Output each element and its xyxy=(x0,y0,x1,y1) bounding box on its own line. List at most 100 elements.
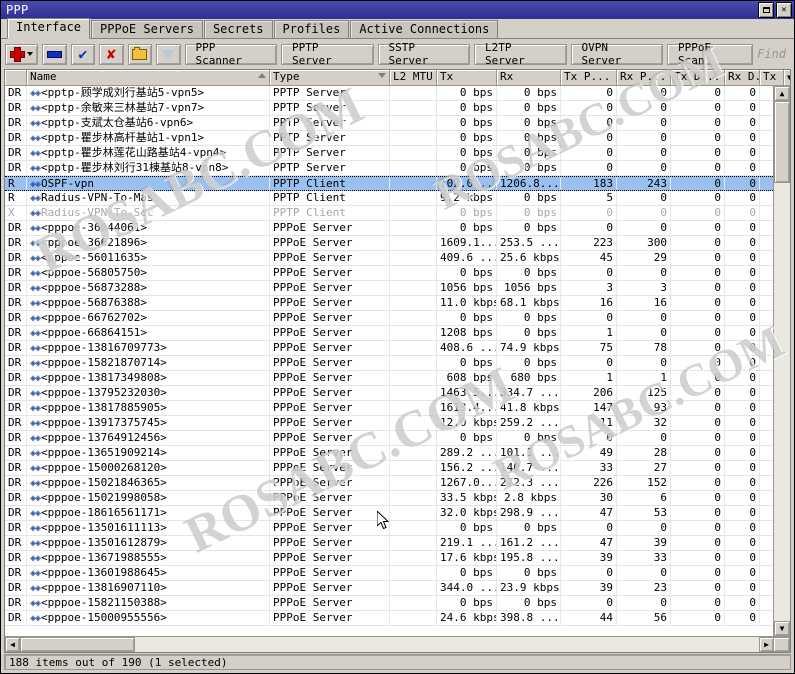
tab-secrets[interactable]: Secrets xyxy=(203,20,273,39)
vertical-scrollbar[interactable]: ▲ ▼ xyxy=(773,86,790,636)
scroll-left-button[interactable]: ◀ xyxy=(5,637,20,652)
table-row[interactable]: DR ◈◈<pppoe-15021846365> PPPoE Server 1267.… xyxy=(5,476,773,491)
table-row[interactable]: DR ◈◈<pppoe-13501611113> PPPoE Server 0 bps… xyxy=(5,521,773,536)
cell-txd: 0 xyxy=(671,371,725,385)
table-row[interactable]: R ◈◈Radius-VPN-To-Mas PPTP Client 9.2 kbps 0… xyxy=(5,191,773,206)
table-row[interactable]: DR ◈◈<pppoe-13501612879> PPPoE Server 219.1… xyxy=(5,536,773,551)
add-button[interactable] xyxy=(5,43,39,65)
cell-name: ◈◈<pppoe-66762702> xyxy=(27,311,270,325)
table-row[interactable]: DR ◈◈<pppoe-13917375745> PPPoE Server 12.0 … xyxy=(5,416,773,431)
table-row[interactable]: DR ◈◈<pppoe-56876388> PPPoE Server 11.0 kbp… xyxy=(5,296,773,311)
table-row[interactable]: DR ◈◈<pppoe-13795232030> PPPoE Server 1463.… xyxy=(5,386,773,401)
scroll-down-button[interactable]: ▼ xyxy=(774,621,790,636)
table-row[interactable]: DR ◈◈<pppoe-13817349808> PPPoE Server 608 b… xyxy=(5,371,773,386)
remove-button[interactable] xyxy=(42,43,67,65)
column-header-l2-mtu[interactable]: L2 MTU xyxy=(390,70,437,85)
vscroll-thumb[interactable] xyxy=(774,101,790,183)
filter-button[interactable] xyxy=(156,43,181,65)
cell-rx: 0 bps xyxy=(497,566,561,580)
table-row[interactable]: DR ◈◈<pppoe-13601988645> PPPoE Server 0 bps… xyxy=(5,566,773,581)
cell-tx: 0 bps xyxy=(437,131,497,145)
table-row[interactable]: DR ◈◈<pptp-顾学成刘行基站5-vpn5> PPTP Server 0 bps… xyxy=(5,86,773,101)
tab-pppoe-servers[interactable]: PPPoE Servers xyxy=(91,20,203,39)
table-row[interactable]: DR ◈◈<pppoe-36621896> PPPoE Server 1609.1..… xyxy=(5,236,773,251)
table-row[interactable]: DR ◈◈<pppoe-66762702> PPPoE Server 0 bps 0 b… xyxy=(5,311,773,326)
cell-tx2 xyxy=(760,401,773,415)
table-row[interactable]: DR ◈◈<pptp-瞿步林高杆基站1-vpn1> PPTP Server 0 bps… xyxy=(5,131,773,146)
table-row[interactable]: DR ◈◈<pppoe-56873288> PPPoE Server 1056 bps… xyxy=(5,281,773,296)
tab-interface[interactable]: Interface xyxy=(7,18,91,39)
cell-txp: 0 xyxy=(561,86,617,100)
table-row[interactable]: DR ◈◈<pppoe-13651909214> PPPoE Server 289.2… xyxy=(5,446,773,461)
cell-rxd: 0 xyxy=(725,161,760,175)
table-row[interactable]: DR ◈◈<pppoe-15021998058> PPPoE Server 33.5 … xyxy=(5,491,773,506)
scroll-up-button[interactable]: ▲ xyxy=(774,86,790,101)
column-chooser-button[interactable]: ▼ xyxy=(784,70,790,85)
comment-button[interactable] xyxy=(127,43,153,65)
table-row[interactable]: DR ◈◈<pppoe-56805750> PPPoE Server 0 bps 0 b… xyxy=(5,266,773,281)
enable-button[interactable]: ✔ xyxy=(70,43,96,65)
cell-rxd: 0 xyxy=(725,566,760,580)
table-row[interactable]: DR ◈◈<pptp-瞿步林莲花山路基站4-vpn4> PPTP Server 0 b… xyxy=(5,146,773,161)
tab-profiles[interactable]: Profiles xyxy=(273,20,350,39)
table-row[interactable]: DR ◈◈<pppoe-13816907110> PPPoE Server 344.0… xyxy=(5,581,773,596)
column-header-tx-d[interactable]: Tx D... xyxy=(671,70,725,85)
toolbar-button-ppp-scanner[interactable]: PPP Scanner xyxy=(184,41,277,67)
table-row[interactable]: DR ◈◈<pppoe-18616561171> PPPoE Server 32.0 … xyxy=(5,506,773,521)
table-row[interactable]: DR ◈◈<pppoe-15000268120> PPPoE Server 156.2… xyxy=(5,461,773,476)
cell-name: ◈◈<pppoe-56011635> xyxy=(27,251,270,265)
cell-type: PPPoE Server xyxy=(270,236,390,250)
table-row[interactable]: DR ◈◈<pppoe-13764912456> PPPoE Server 0 bps… xyxy=(5,431,773,446)
column-header-tx[interactable]: Tx xyxy=(437,70,497,85)
hscroll-track[interactable] xyxy=(20,637,759,652)
close-icon: ✕ xyxy=(781,4,787,15)
maximize-button[interactable] xyxy=(758,2,774,18)
column-header-tx[interactable]: Tx xyxy=(760,70,784,85)
hscroll-thumb[interactable] xyxy=(20,637,135,652)
column-header-rx-d[interactable]: Rx D... xyxy=(725,70,760,85)
cell-tx2 xyxy=(760,296,773,310)
cell-name: ◈◈OSPF-vpn xyxy=(27,177,270,190)
cell-rxp: 0 xyxy=(617,596,671,610)
cell-txp: 147 xyxy=(561,401,617,415)
toolbar-button-ovpn-server[interactable]: OVPN Server xyxy=(570,41,663,67)
column-header-rx-p[interactable]: Rx P... xyxy=(617,70,671,85)
vscroll-track[interactable] xyxy=(774,101,790,621)
table-row[interactable]: DR ◈◈<pptp-支斌太仓基站6-vpn6> PPTP Server 0 bps 0… xyxy=(5,116,773,131)
table-row[interactable]: DR ◈◈<pppoe-36044061> PPPoE Server 0 bps 0 b… xyxy=(5,221,773,236)
column-header-type[interactable]: Type xyxy=(270,70,390,85)
table-row[interactable]: DR ◈◈<pppoe-56011635> PPPoE Server 409.6 ..… xyxy=(5,251,773,266)
toolbar-button-sstp-server[interactable]: SSTP Server xyxy=(377,41,470,67)
horizontal-scrollbar[interactable]: ◀ ▶ xyxy=(5,636,790,652)
table-row[interactable]: DR ◈◈<pptp-余敏来三林基站7-vpn7> PPTP Server 0 bps… xyxy=(5,101,773,116)
table-row[interactable]: R ◈◈OSPF-vpn PPTP Client 102.0 ... 1206.8...… xyxy=(5,176,773,191)
scroll-right-button[interactable]: ▶ xyxy=(759,637,774,652)
column-header-rx[interactable]: Rx xyxy=(497,70,561,85)
close-button[interactable]: ✕ xyxy=(776,2,792,18)
column-header-flags[interactable] xyxy=(5,70,27,85)
toolbar-button-l2tp-server[interactable]: L2TP Server xyxy=(474,41,567,67)
column-header-name[interactable]: Name xyxy=(27,70,270,85)
disable-button[interactable]: ✘ xyxy=(99,43,124,65)
table-row[interactable]: DR ◈◈<pppoe-66864151> PPPoE Server 1208 bps… xyxy=(5,326,773,341)
table-row[interactable]: DR ◈◈<pppoe-15821150388> PPPoE Server 0 bps… xyxy=(5,596,773,611)
interface-running-icon: ◈◈ xyxy=(30,598,41,609)
cell-rx: 334.7 ... xyxy=(497,386,561,400)
toolbar-button-pptp-server[interactable]: PPTP Server xyxy=(281,41,374,67)
cell-tx2 xyxy=(760,476,773,490)
table-row[interactable]: DR ◈◈<pppoe-13817885905> PPPoE Server 1613.… xyxy=(5,401,773,416)
find-input[interactable]: Find xyxy=(757,47,786,61)
cell-txp: 45 xyxy=(561,251,617,265)
column-header-tx-p[interactable]: Tx P... xyxy=(561,70,617,85)
table-row[interactable]: X ◈◈Radius-VPN-To-Sec PPTP Client 0 bps 0 bp… xyxy=(5,206,773,221)
table-row[interactable]: DR ◈◈<pppoe-15821870714> PPPoE Server 0 bps… xyxy=(5,356,773,371)
table-row[interactable]: DR ◈◈<pppoe-15000955556> PPPoE Server 24.6 … xyxy=(5,611,773,626)
table-row[interactable]: DR ◈◈<pppoe-13816709773> PPPoE Server 408.6… xyxy=(5,341,773,356)
table-row[interactable]: DR ◈◈<pppoe-13671988555> PPPoE Server 17.6 … xyxy=(5,551,773,566)
toolbar-button-pppoe-scan[interactable]: PPPoE Scan xyxy=(667,41,754,67)
scroll-corner xyxy=(774,637,790,652)
cell-rxd: 0 xyxy=(725,581,760,595)
cell-tx: 1463.5... xyxy=(437,386,497,400)
tab-active-connections[interactable]: Active Connections xyxy=(350,20,499,39)
table-row[interactable]: DR ◈◈<pptp-瞿步林刘行31棟基站8-vpn8> PPTP Server 0 … xyxy=(5,161,773,176)
